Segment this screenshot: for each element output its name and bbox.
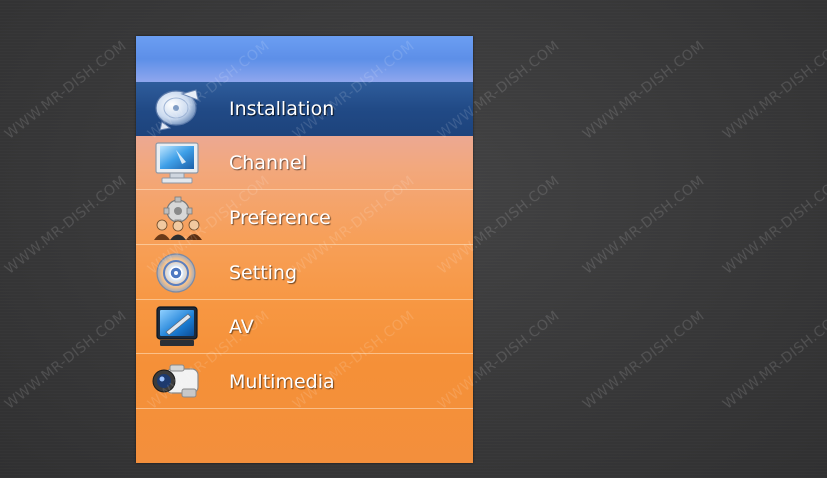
menu-item-av[interactable]: AV [136,300,473,354]
menu-item-channel[interactable]: Channel [136,136,473,190]
menu-item-setting[interactable]: Setting [136,246,473,300]
tv-screen: Installation Channel Preference Setting … [0,0,827,478]
av-screen-icon [152,304,204,350]
menu-empty-row [136,409,473,463]
watermark-text: WWW.MR-DISH.COM [720,172,827,278]
menu-item-multimedia[interactable]: Multimedia [136,355,473,409]
menu-item-label: AV [229,316,254,338]
people-gear-icon [152,195,204,241]
satellite-dish-icon [152,86,204,132]
menu-item-label: Installation [229,98,335,120]
tv-monitor-icon [152,140,204,186]
settings-disc-icon [152,250,204,296]
watermark-text: WWW.MR-DISH.COM [720,307,827,413]
menu-divider [136,189,473,190]
menu-item-label: Multimedia [229,371,335,393]
menu-header-bar [136,36,473,82]
watermark-text: WWW.MR-DISH.COM [580,172,708,278]
menu-divider [136,353,473,354]
menu-item-installation[interactable]: Installation [136,82,473,136]
menu-item-label: Preference [229,207,331,229]
menu-item-label: Setting [229,262,298,284]
menu-item-preference[interactable]: Preference [136,191,473,245]
main-menu-panel: Installation Channel Preference Setting … [136,36,473,463]
watermark-text: WWW.MR-DISH.COM [2,37,130,143]
camcorder-icon [152,359,204,405]
menu-divider [136,244,473,245]
menu-item-label: Channel [229,152,308,174]
watermark-text: WWW.MR-DISH.COM [720,37,827,143]
watermark-text: WWW.MR-DISH.COM [580,37,708,143]
watermark-text: WWW.MR-DISH.COM [2,307,130,413]
watermark-text: WWW.MR-DISH.COM [2,172,130,278]
watermark-text: WWW.MR-DISH.COM [580,307,708,413]
